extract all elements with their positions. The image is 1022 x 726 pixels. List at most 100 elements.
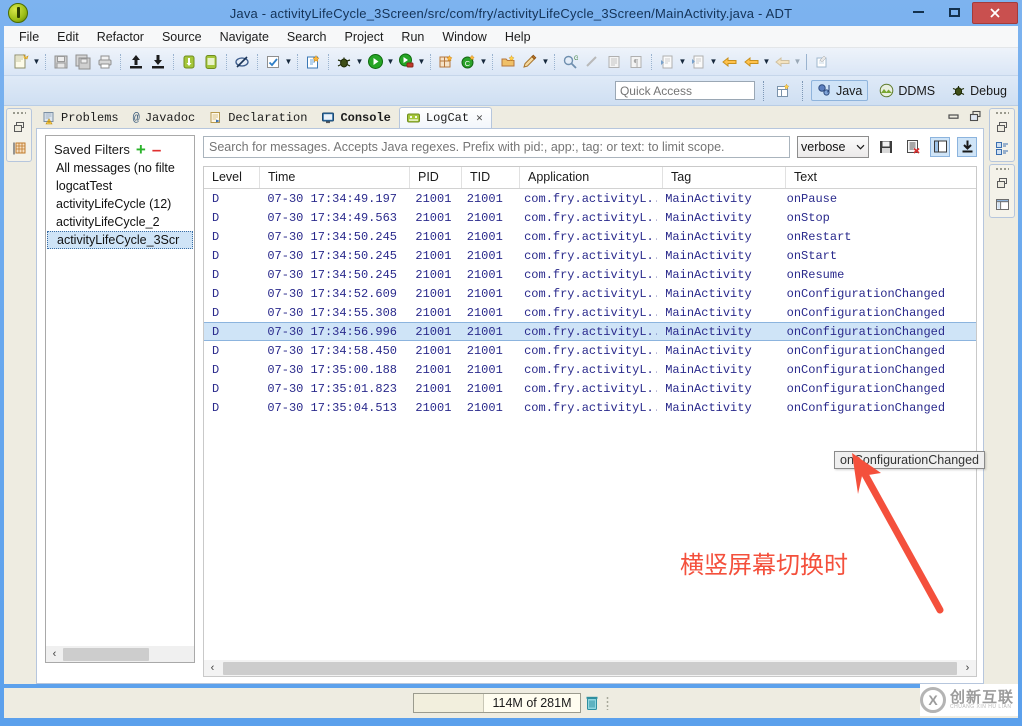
filter-item-all-messages[interactable]: All messages (no filte [46,159,194,177]
minimize-button[interactable] [900,2,936,22]
table-row[interactable]: D 07-30 17:35:04.513 21001 21001 com.fry… [204,398,976,417]
column-header-pid[interactable]: PID [410,167,462,188]
tab-logcat[interactable]: LogCat ✕ [398,107,492,128]
tab-declaration[interactable]: Declaration [203,107,315,128]
filter-item-logcattest[interactable]: logcatTest [46,177,194,195]
menu-project[interactable]: Project [336,28,393,46]
new-java-class-icon[interactable]: C [457,51,479,73]
clear-log-button[interactable] [903,137,923,157]
menu-help[interactable]: Help [496,28,540,46]
close-icon[interactable]: ✕ [476,111,483,125]
view-minimize-button[interactable] [947,111,960,125]
filter-item-activitylifecycle-3screen[interactable]: activityLifeCycle_3Scr [47,231,193,249]
export-icon[interactable] [125,51,147,73]
package-explorer-icon[interactable] [10,139,28,157]
android-sdk-manager-icon[interactable] [178,51,200,73]
run-icon[interactable] [364,51,386,73]
pencil-icon[interactable] [519,51,541,73]
menu-navigate[interactable]: Navigate [211,28,278,46]
back-icon[interactable] [718,51,740,73]
new-wizard-icon[interactable] [10,51,32,73]
restore-icon[interactable] [10,118,28,136]
scroll-left-icon[interactable]: ‹ [204,660,221,676]
remove-filter-button[interactable]: – [152,141,161,158]
import-icon[interactable] [147,51,169,73]
table-row[interactable]: D 07-30 17:34:52.609 21001 21001 com.fry… [204,284,976,303]
display-saved-filters-button[interactable] [930,136,950,157]
menu-search[interactable]: Search [278,28,336,46]
view-maximize-button[interactable] [969,110,982,125]
menu-source[interactable]: Source [153,28,211,46]
open-perspective-icon[interactable] [772,80,794,102]
table-row[interactable]: D 07-30 17:34:58.450 21001 21001 com.fry… [204,341,976,360]
search-icon[interactable]: G [559,51,581,73]
log-level-select[interactable]: verbose [797,135,869,158]
menu-window[interactable]: Window [433,28,495,46]
run-garbage-collector-button[interactable] [581,693,603,713]
column-header-tid[interactable]: TID [462,167,520,188]
new-java-class-dropdown-caret[interactable]: ▼ [479,51,488,73]
perspective-java[interactable]: Java [810,80,869,101]
run-dropdown-caret[interactable]: ▼ [386,51,395,73]
table-row[interactable]: D 07-30 17:34:49.197 21001 21001 com.fry… [204,189,976,208]
forward-icon[interactable] [740,51,762,73]
restore-icon[interactable] [993,118,1011,136]
column-header-application[interactable]: Application [520,167,663,188]
run-history-dropdown-caret[interactable]: ▼ [417,51,426,73]
save-all-icon[interactable] [72,51,94,73]
debug-dropdown-caret[interactable]: ▼ [355,51,364,73]
android-avd-manager-icon[interactable] [200,51,222,73]
table-row[interactable]: D 07-30 17:34:50.245 21001 21001 com.fry… [204,265,976,284]
filter-item-activitylifecycle-2[interactable]: activityLifeCycle_2 [46,213,194,231]
column-header-level[interactable]: Level [204,167,260,188]
filter-item-activitylifecycle[interactable]: activityLifeCycle (12) [46,195,194,213]
scroll-lock-button[interactable] [957,136,977,157]
tab-problems[interactable]: Problems [36,107,127,128]
previous-annotation-icon[interactable] [687,51,709,73]
fastview-outline[interactable] [989,108,1015,162]
scroll-left-icon[interactable]: ‹ [46,646,63,662]
print-icon[interactable] [94,51,116,73]
perspective-debug[interactable]: Debug [946,81,1012,100]
perspective-ddms[interactable]: DDMS [874,81,940,100]
table-row[interactable]: D 07-30 17:34:55.308 21001 21001 com.fry… [204,303,976,322]
column-header-time[interactable]: Time [260,167,410,188]
table-row[interactable]: D 07-30 17:34:50.245 21001 21001 com.fry… [204,246,976,265]
save-icon[interactable] [50,51,72,73]
new-dropdown-caret[interactable]: ▼ [32,51,41,73]
save-log-button[interactable] [876,137,896,157]
scroll-right-icon[interactable]: › [959,660,976,676]
close-button[interactable] [972,2,1018,24]
skip-breakpoints-icon[interactable] [231,51,253,73]
new-java-package-icon[interactable] [435,51,457,73]
menu-refactor[interactable]: Refactor [88,28,153,46]
run-history-icon[interactable] [395,51,417,73]
debug-icon[interactable] [333,51,355,73]
outline-icon[interactable] [993,139,1011,157]
pencil-dropdown-caret[interactable]: ▼ [541,51,550,73]
table-row[interactable]: D 07-30 17:35:00.188 21001 21001 com.fry… [204,360,976,379]
table-row[interactable]: D 07-30 17:34:49.563 21001 21001 com.fry… [204,208,976,227]
menu-edit[interactable]: Edit [48,28,88,46]
forward-caret[interactable]: ▼ [762,51,771,73]
table-row[interactable]: D 07-30 17:35:01.823 21001 21001 com.fry… [204,379,976,398]
next-annotation-caret[interactable]: ▼ [678,51,687,73]
quick-access-input[interactable] [614,81,755,100]
next-annotation-icon[interactable] [656,51,678,73]
previous-annotation-caret[interactable]: ▼ [709,51,718,73]
menu-run[interactable]: Run [392,28,433,46]
check-icon[interactable] [262,51,284,73]
restore-icon[interactable] [993,174,1011,192]
table-row[interactable]: D 07-30 17:34:50.245 21001 21001 com.fry… [204,227,976,246]
heap-status[interactable]: 114M of 281M [412,693,582,713]
scrollbar-thumb[interactable] [223,661,957,675]
fastview-task-list[interactable] [989,164,1015,218]
new-android-project-icon[interactable] [302,51,324,73]
search-input[interactable] [203,135,790,158]
add-filter-button[interactable]: + [136,141,146,158]
menu-file[interactable]: File [10,28,48,46]
column-header-tag[interactable]: Tag [663,167,786,188]
tab-javadoc[interactable]: @ Javadoc [127,107,204,128]
column-header-text[interactable]: Text [786,167,966,188]
filters-horizontal-scrollbar[interactable]: ‹ [46,646,194,662]
